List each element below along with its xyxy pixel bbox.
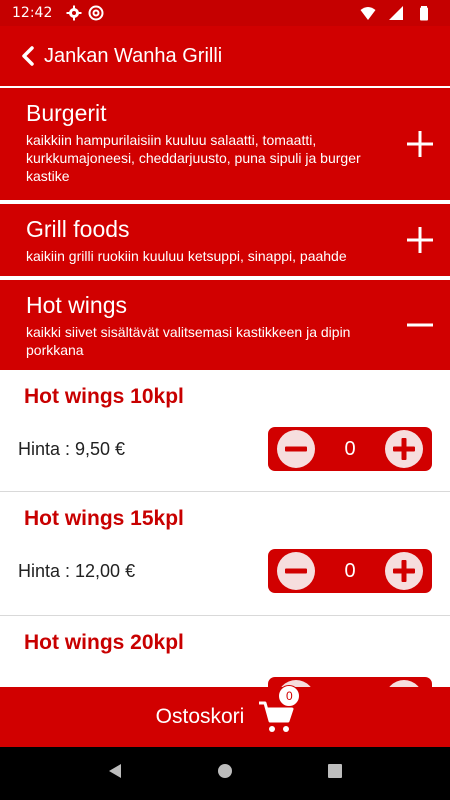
plus-icon — [393, 438, 415, 460]
category-description: kaikkiin hampurilaisiin kuuluu salaatti,… — [26, 132, 361, 184]
increment-button[interactable] — [385, 552, 423, 590]
home-circle-icon[interactable] — [216, 762, 234, 785]
menu-item: Hot wings 15kpl Hinta : 12,00 € 0 — [0, 493, 450, 616]
item-title: Hot wings 10kpl — [24, 385, 184, 408]
wifi-icon — [360, 5, 376, 21]
item-price: Hinta : 12,00 € — [18, 561, 136, 581]
quantity-stepper: 0 — [268, 549, 432, 593]
category-description: kaikki siivet sisältävät valitsemasi kas… — [26, 324, 351, 358]
category-hot-wings[interactable]: Hot wings kaikki siivet sisältävät valit… — [0, 280, 450, 370]
signal-icon — [388, 5, 404, 21]
item-price: Hinta : 9,50 € — [18, 439, 126, 459]
recents-square-icon[interactable] — [326, 762, 344, 785]
item-title: Hot wings 20kpl — [24, 631, 184, 654]
cart-button[interactable]: Ostoskori 0 — [0, 685, 450, 747]
system-nav-bar — [0, 747, 450, 800]
category-grill-foods[interactable]: Grill foods kaikiin grilli ruokiin kuulu… — [0, 204, 450, 276]
quantity-stepper: 0 — [268, 427, 432, 471]
status-time: 12:42 — [12, 5, 53, 21]
at-icon — [88, 5, 104, 21]
app-bar: Jankan Wanha Grilli — [0, 26, 450, 86]
increment-button[interactable] — [385, 430, 423, 468]
category-title: Hot wings — [26, 292, 127, 318]
back-triangle-icon[interactable] — [106, 762, 124, 785]
gear-icon — [66, 5, 82, 21]
item-title: Hot wings 15kpl — [24, 507, 184, 530]
category-description: kaikiin grilli ruokiin kuuluu ketsuppi, … — [26, 248, 347, 264]
status-bar: 12:42 — [0, 0, 450, 26]
category-title: Grill foods — [26, 216, 130, 242]
cart-count-badge: 0 — [278, 685, 301, 707]
plus-icon[interactable] — [406, 226, 434, 254]
minus-icon[interactable] — [406, 311, 434, 339]
page-title: Jankan Wanha Grilli — [44, 44, 223, 67]
chevron-left-icon[interactable] — [18, 45, 40, 67]
category-burgerit[interactable]: Burgerit kaikkiin hampurilaisiin kuuluu … — [0, 88, 450, 200]
plus-icon[interactable] — [406, 130, 434, 158]
cart-icon: 0 — [258, 685, 301, 735]
menu-item: Hot wings 10kpl Hinta : 9,50 € 0 — [0, 371, 450, 492]
cart-label: Ostoskori — [155, 705, 245, 728]
battery-icon — [416, 5, 432, 21]
menu-item: Hot wings 20kpl — [0, 617, 450, 687]
increment-button[interactable] — [385, 680, 423, 687]
plus-icon — [393, 560, 415, 582]
category-title: Burgerit — [26, 100, 107, 126]
